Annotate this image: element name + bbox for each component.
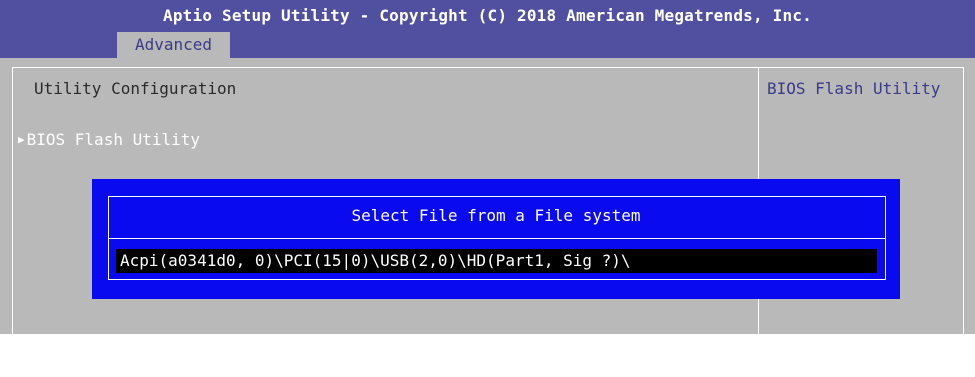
- app-title: Aptio Setup Utility - Copyright (C) 2018…: [163, 6, 812, 25]
- select-file-dialog: Select File from a File system Acpi(a034…: [92, 179, 900, 299]
- dialog-divider: [108, 238, 886, 239]
- section-title: Utility Configuration: [34, 79, 237, 98]
- tab-advanced[interactable]: Advanced: [117, 32, 230, 58]
- title-bar: Aptio Setup Utility - Copyright (C) 2018…: [0, 0, 975, 58]
- dialog-title: Select File from a File system: [351, 206, 641, 225]
- menu-item-label: BIOS Flash Utility: [26, 130, 201, 149]
- menu-item-bios-flash-utility[interactable]: ▶ BIOS Flash Utility: [18, 130, 200, 149]
- file-path-option[interactable]: Acpi(a0341d0, 0)\PCI(15|0)\USB(2,0)\HD(P…: [116, 249, 877, 273]
- help-text: BIOS Flash Utility: [767, 79, 941, 98]
- triangle-right-icon: ▶: [18, 133, 25, 146]
